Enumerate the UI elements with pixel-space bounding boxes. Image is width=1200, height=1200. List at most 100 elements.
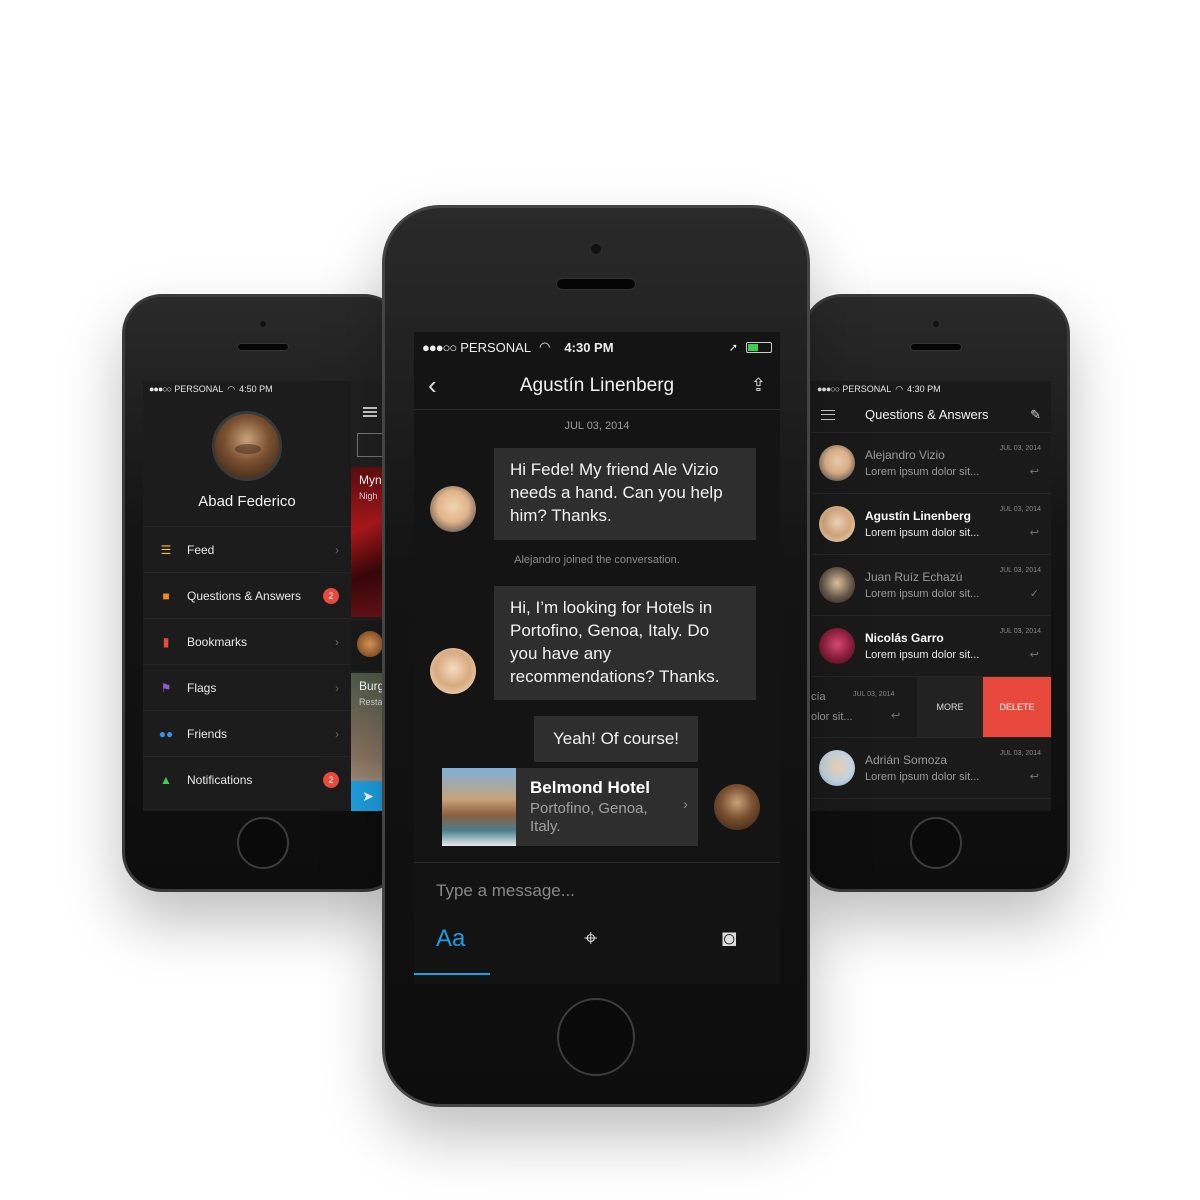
feed-item-title: Myn xyxy=(359,473,382,487)
conversation-body: Nicolás Garro Lorem ipsum dolor sit... xyxy=(865,631,1043,661)
avatar[interactable] xyxy=(430,486,476,532)
active-tab-indicator xyxy=(414,973,490,975)
message-preview: Lorem ipsum dolor sit... xyxy=(865,649,980,661)
conversation-row[interactable]: Adrián Somoza Lorem ipsum dolor sit... J… xyxy=(811,738,1051,799)
menu-item-notifications[interactable]: ▲ Notifications 2 xyxy=(143,756,351,802)
avatar xyxy=(819,750,855,786)
phone-speaker xyxy=(910,343,962,351)
back-icon[interactable]: ‹ xyxy=(428,370,458,401)
menu-item-friends[interactable]: ●● Friends › xyxy=(143,710,351,756)
status-time: 4:50 PM xyxy=(239,384,273,394)
menu-item-questions-answers[interactable]: ■ Questions & Answers 2 xyxy=(143,572,351,618)
feed-image xyxy=(351,467,385,617)
right-screen: ●●●○○ PERSONAL ◠ 4:30 PM Questions & Ans… xyxy=(811,381,1051,811)
menu-item-label: Friends xyxy=(187,726,228,741)
left-screen: ●●●○○ PERSONAL ◠ 4:50 PM Abad Federico ☰… xyxy=(143,381,385,811)
menu-item-label: Bookmarks xyxy=(187,634,248,649)
message-input[interactable] xyxy=(436,881,756,901)
message-composer: Aa ⌖ ◙ xyxy=(414,862,780,984)
swiped-row-content: cía olor sit... JUL 03, 2014 ↩ xyxy=(811,677,917,737)
location-pin-icon[interactable]: ⌖ xyxy=(584,925,598,953)
reply-bubble: Yeah! Of course! xyxy=(534,716,698,762)
location-arrow-icon[interactable]: ➤ xyxy=(351,781,385,811)
avatar[interactable] xyxy=(714,784,760,830)
swiped-conversation-row[interactable]: cía olor sit... JUL 03, 2014 ↩ MORE DELE… xyxy=(811,677,1051,738)
signal-icon: ●●●○○ xyxy=(149,384,172,394)
feed-item-subtitle: Resta xyxy=(359,697,383,707)
message-date: JUL 03, 2014 xyxy=(999,750,1041,757)
location-arrow-icon: ➚ xyxy=(728,341,738,354)
wifi-icon: ◠ xyxy=(227,383,236,394)
share-icon[interactable]: ⇪ xyxy=(736,375,766,396)
chat-screen: ●●●○○ PERSONAL ◠ 4:30 PM ➚ ‹ Agustín Lin… xyxy=(414,332,780,984)
conversation-row[interactable]: Juan Ruíz Echazú Lorem ipsum dolor sit..… xyxy=(811,555,1051,616)
conversation-body: Juan Ruíz Echazú Lorem ipsum dolor sit..… xyxy=(865,570,1043,600)
right-phone: ●●●○○ PERSONAL ◠ 4:30 PM Questions & Ans… xyxy=(802,294,1070,892)
reply-icon: ↩ xyxy=(891,710,901,722)
message-date: JUL 03, 2014 xyxy=(999,445,1041,452)
text-format-button[interactable]: Aa xyxy=(436,925,465,953)
home-button[interactable] xyxy=(910,817,962,869)
camera-icon[interactable]: ◙ xyxy=(722,925,737,953)
compose-icon[interactable]: ✎ xyxy=(1030,407,1041,423)
feed-item-title: Burg xyxy=(359,679,385,693)
conversation-body: Alejandro Vizio Lorem ipsum dolor sit... xyxy=(865,448,1043,478)
menu-list: ☰ Feed › ■ Questions & Answers 2 ▮ Bookm… xyxy=(143,526,351,802)
carrier-label: PERSONAL xyxy=(174,384,224,394)
bookmark-icon: ▮ xyxy=(162,634,170,649)
chat-title: Agustín Linenberg xyxy=(519,374,675,396)
conversation-body: Adrián Somoza Lorem ipsum dolor sit... xyxy=(865,753,1043,783)
hotel-card[interactable]: Belmond Hotel Portofino, Genoa, Italy. › xyxy=(442,768,698,846)
feed-peek[interactable]: Myn Nigh Burg Resta ➤ xyxy=(351,381,385,811)
battery-icon xyxy=(746,341,772,353)
reply-icon: ↩ xyxy=(1029,527,1039,539)
menu-item-bookmarks[interactable]: ▮ Bookmarks › xyxy=(143,618,351,664)
search-box[interactable] xyxy=(357,433,383,457)
feed-thumb-row xyxy=(351,621,385,671)
home-button[interactable] xyxy=(237,817,289,869)
status-bar: ●●●○○ PERSONAL ◠ 4:30 PM xyxy=(811,381,1051,397)
center-phone: ●●●○○ PERSONAL ◠ 4:30 PM ➚ ‹ Agustín Lin… xyxy=(382,205,810,1107)
avatar[interactable] xyxy=(430,648,476,694)
hamburger-icon[interactable] xyxy=(363,407,377,417)
menu-item-feed[interactable]: ☰ Feed › xyxy=(143,526,351,572)
status-bar: ●●●○○ PERSONAL ◠ 4:50 PM xyxy=(143,381,351,397)
left-phone: ●●●○○ PERSONAL ◠ 4:50 PM Abad Federico ☰… xyxy=(122,294,404,892)
message-date: JUL 03, 2014 xyxy=(853,691,895,698)
hotel-location: Portofino, Genoa, Italy. xyxy=(530,800,648,835)
menu-item-label: Notifications xyxy=(187,772,253,787)
chevron-right-icon: › xyxy=(335,726,339,741)
chevron-right-icon: › xyxy=(335,542,339,557)
conversation-row[interactable]: Nicolás Garro Lorem ipsum dolor sit... J… xyxy=(811,616,1051,677)
carrier-label: PERSONAL xyxy=(460,339,532,355)
message-preview: Lorem ipsum dolor sit... xyxy=(865,771,980,783)
avatar xyxy=(819,628,855,664)
message-date: JUL 03, 2014 xyxy=(999,567,1041,574)
status-bar: ●●●○○ PERSONAL ◠ 4:30 PM ➚ xyxy=(414,332,780,362)
hamburger-icon[interactable] xyxy=(821,409,835,420)
phone-camera xyxy=(589,242,603,256)
hotel-name: Belmond Hotel xyxy=(530,778,650,797)
system-note: Alejandro joined the conversation. xyxy=(514,554,680,566)
avatar xyxy=(819,567,855,603)
home-button[interactable] xyxy=(557,998,635,1076)
conversation-row[interactable]: Agustín Linenberg Lorem ipsum dolor sit.… xyxy=(811,494,1051,555)
wifi-icon: ◠ xyxy=(895,383,904,394)
delete-button[interactable]: DELETE xyxy=(983,677,1051,737)
phone-speaker xyxy=(237,343,289,351)
chevron-right-icon: › xyxy=(335,680,339,695)
profile-avatar[interactable] xyxy=(212,411,282,481)
chevron-right-icon: › xyxy=(683,796,688,813)
message-date: JUL 03, 2014 xyxy=(999,628,1041,635)
conversation-row[interactable]: Alejandro Vizio Lorem ipsum dolor sit...… xyxy=(811,433,1051,494)
avatar xyxy=(819,506,855,542)
more-button[interactable]: MORE xyxy=(917,677,983,737)
feed-item-subtitle: Nigh xyxy=(359,491,378,501)
conversation-body: Agustín Linenberg Lorem ipsum dolor sit.… xyxy=(865,509,1043,539)
menu-item-label: Questions & Answers xyxy=(187,588,302,603)
menu-item-flags[interactable]: ⚑ Flags › xyxy=(143,664,351,710)
reply-icon: ↩ xyxy=(1029,649,1039,661)
status-time: 4:30 PM xyxy=(564,339,614,355)
message-bubble: Hi Fede! My friend Ale Vizio needs a han… xyxy=(494,448,756,540)
list-icon: ☰ xyxy=(160,542,172,557)
